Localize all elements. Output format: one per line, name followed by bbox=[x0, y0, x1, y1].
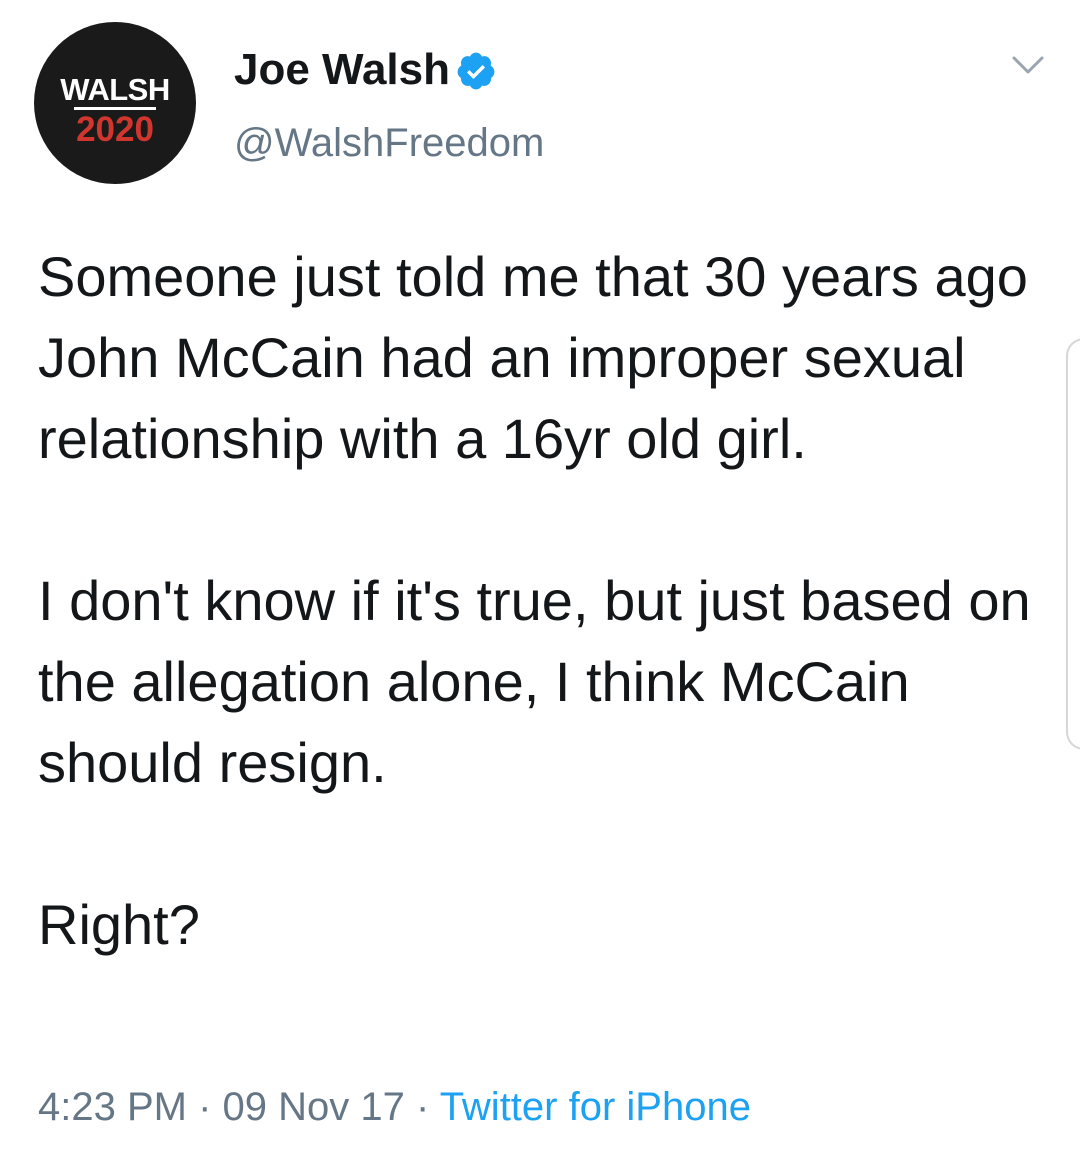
avatar-brand-top: WALSH bbox=[60, 72, 170, 107]
meta-separator: · bbox=[404, 1085, 440, 1129]
tweet-paragraph: I don't know if it's true, but just base… bbox=[38, 569, 1031, 794]
tweet-paragraph: Right? bbox=[38, 893, 200, 956]
tweet-text: Someone just told me that 30 years ago J… bbox=[38, 236, 1038, 965]
avatar[interactable]: WALSH 2020 bbox=[34, 22, 196, 184]
avatar-brand-bottom: 2020 bbox=[76, 110, 154, 149]
tweet-time: 4:23 PM bbox=[38, 1085, 187, 1129]
tweet-source-link[interactable]: Twitter for iPhone bbox=[440, 1085, 751, 1129]
meta-separator: · bbox=[186, 1085, 223, 1129]
author-name[interactable]: Joe Walsh bbox=[234, 44, 450, 96]
tweet-date: 09 Nov 17 bbox=[222, 1085, 405, 1129]
tweet-paragraph: Someone just told me that 30 years ago J… bbox=[38, 245, 1028, 470]
tweet-metadata: 4:23 PM · 09 Nov 17 · Twitter for iPhone bbox=[38, 1080, 751, 1134]
author-handle[interactable]: @WalshFreedom bbox=[234, 118, 544, 168]
verified-badge-icon bbox=[457, 52, 495, 90]
chevron-down-icon[interactable] bbox=[1008, 50, 1048, 80]
scroll-indicator[interactable] bbox=[1066, 338, 1080, 750]
